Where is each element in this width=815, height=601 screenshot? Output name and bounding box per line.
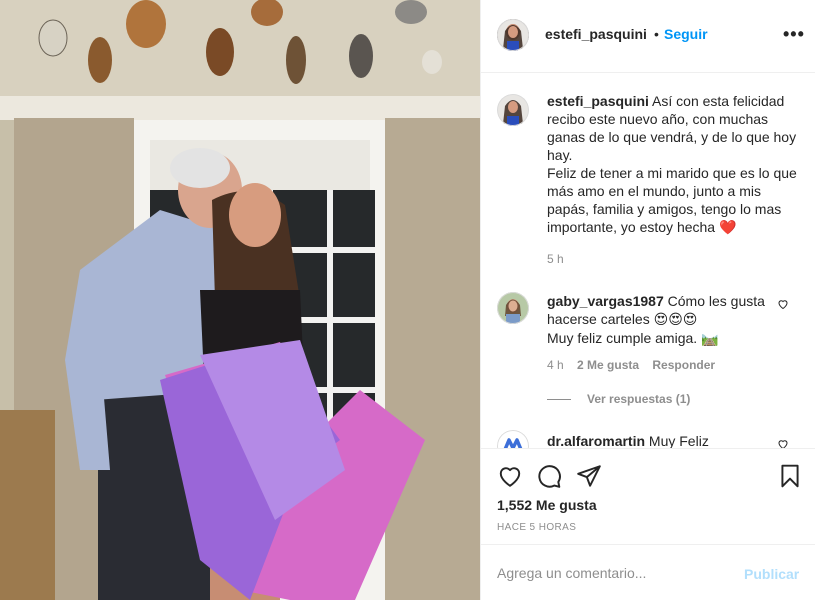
add-comment-input[interactable] [497, 565, 727, 581]
railway-emoji-icon: 🛤️ [701, 331, 719, 347]
comment-like-heart-icon[interactable] [777, 438, 789, 448]
comment-composer: Publicar [481, 544, 815, 601]
author-avatar[interactable] [497, 19, 529, 51]
more-options-icon[interactable]: ••• [783, 24, 805, 45]
likes-count[interactable]: 1,552 Me gusta [497, 497, 597, 513]
post-timestamp[interactable]: HACE 5 HORAS [497, 522, 576, 533]
header-separator: • [654, 26, 659, 42]
comment-avatar[interactable] [497, 430, 529, 448]
view-replies-label: Ver respuestas (1) [587, 392, 691, 406]
replies-divider [547, 399, 571, 401]
caption-username[interactable]: estefi_pasquini [547, 93, 649, 109]
comment-item: gaby_vargas1987 Cómo les gusta hacerse c… [547, 292, 777, 348]
share-paper-plane-icon[interactable] [576, 463, 602, 494]
comment-likes[interactable]: 2 Me gusta [577, 358, 639, 372]
caption-time[interactable]: 5 h [547, 252, 564, 266]
comment-bubble-icon[interactable] [536, 463, 562, 494]
comment-username[interactable]: dr.alfaromartin [547, 433, 645, 448]
comment-time[interactable]: 4 h [547, 358, 564, 372]
post-photo[interactable] [0, 0, 480, 600]
post-actions: 1,552 Me gusta HACE 5 HORAS [481, 448, 815, 545]
author-username[interactable]: estefi_pasquini [545, 26, 647, 42]
like-heart-icon[interactable] [497, 463, 523, 494]
publish-button[interactable]: Publicar [744, 566, 799, 582]
caption-line-2: Feliz de tener a mi marido que es lo que… [547, 165, 797, 235]
heart-eyes-emoji-icon: 😍😍😍 [653, 312, 698, 328]
comment-item: dr.alfaromartin Muy Feliz [547, 432, 777, 448]
post-sidebar: estefi_pasquini • Seguir ••• estefi_pasq… [480, 0, 815, 600]
comments-section[interactable]: estefi_pasquini Así con esta felicidad r… [481, 72, 815, 448]
heart-emoji-icon: ❤️ [719, 220, 737, 236]
caption-avatar[interactable] [497, 94, 529, 126]
comment-username[interactable]: gaby_vargas1987 [547, 293, 664, 309]
instagram-post-view: estefi_pasquini • Seguir ••• estefi_pasq… [0, 0, 815, 600]
follow-button[interactable]: Seguir [664, 26, 708, 42]
save-bookmark-icon[interactable] [777, 463, 803, 494]
post-caption: estefi_pasquini Así con esta felicidad r… [547, 92, 797, 237]
post-photo-illustration [0, 0, 480, 600]
comment-avatar[interactable] [497, 292, 529, 324]
comment-text-2: Muy feliz cumple amiga. [547, 330, 698, 346]
post-header: estefi_pasquini • Seguir ••• [481, 0, 815, 73]
comment-meta: 4 h 2 Me gusta Responder [547, 358, 715, 372]
comment-like-heart-icon[interactable] [777, 298, 789, 313]
comment-text: Muy Feliz [648, 433, 709, 448]
reply-button[interactable]: Responder [652, 358, 715, 372]
view-replies-button[interactable]: Ver respuestas (1) [547, 392, 690, 406]
